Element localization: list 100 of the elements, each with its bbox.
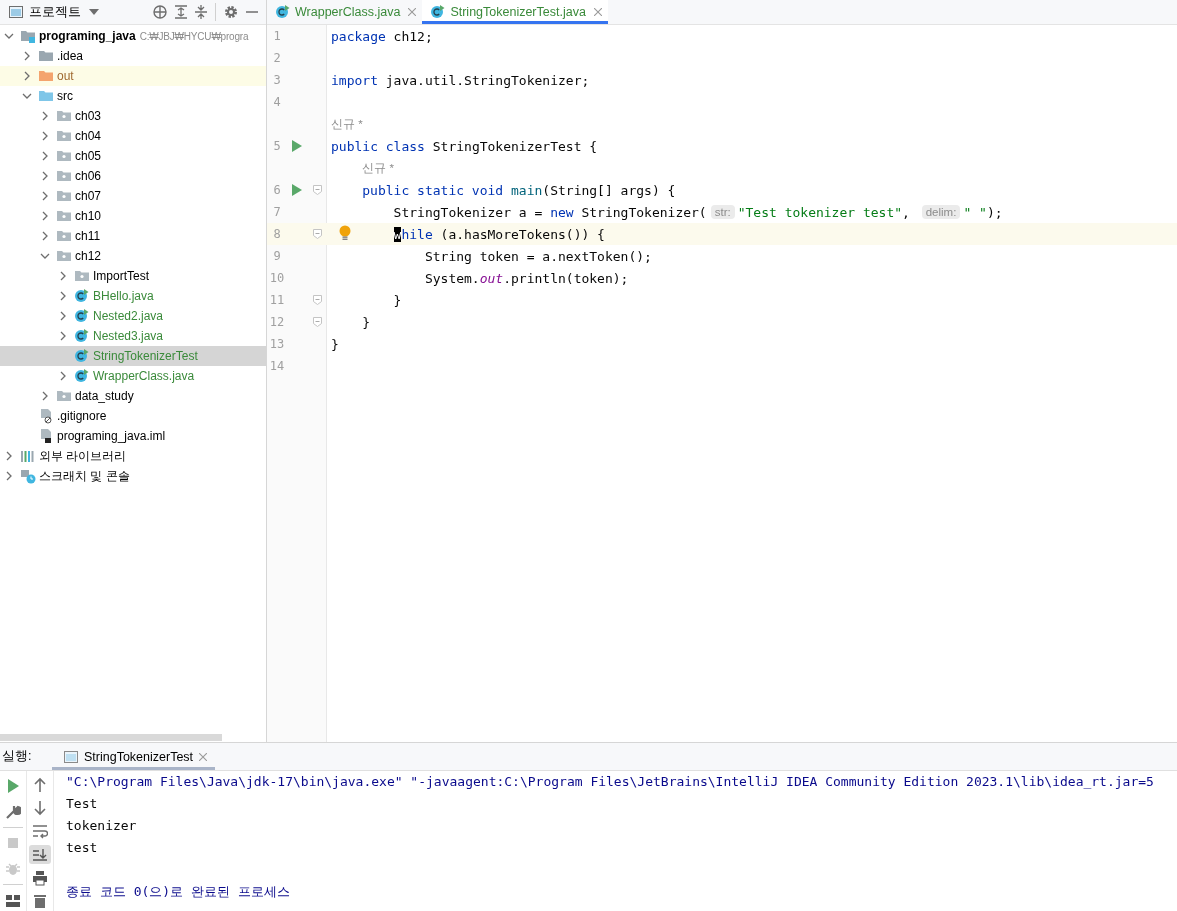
- chevron-icon[interactable]: [58, 271, 68, 281]
- scroll-to-end-icon: [32, 846, 48, 863]
- tree-item[interactable]: ch03: [0, 106, 266, 126]
- chevron-icon[interactable]: [22, 51, 32, 61]
- library-icon: [20, 448, 36, 464]
- chevron-icon[interactable]: [40, 211, 50, 221]
- tree-label: ch05: [75, 149, 102, 163]
- run-icon[interactable]: [292, 184, 302, 196]
- console-line: tokenizer: [66, 817, 138, 835]
- code-text: import java.util.StringTokenizer;: [331, 72, 590, 88]
- console-icon: [64, 750, 78, 763]
- fold-marker-icon[interactable]: [312, 185, 322, 195]
- chevron-icon[interactable]: [40, 111, 50, 121]
- locate-icon[interactable]: [153, 5, 167, 19]
- run-tab[interactable]: StringTokenizerTest: [52, 743, 216, 770]
- fold-marker-icon[interactable]: [312, 295, 322, 305]
- chevron-icon[interactable]: [40, 251, 50, 261]
- chevron-icon[interactable]: [4, 471, 14, 481]
- chevron-icon[interactable]: [40, 151, 50, 161]
- tree-item[interactable]: ch10: [0, 206, 266, 226]
- tree-label: .gitignore: [57, 409, 107, 423]
- tree-item[interactable]: .idea: [0, 46, 266, 66]
- package-folder-icon: [56, 188, 72, 204]
- tree-item[interactable]: Nested2.java: [0, 306, 266, 326]
- wrench-icon: [5, 804, 21, 820]
- console-line: 종료 코드 0(으)로 완료된 프로세스: [66, 883, 291, 901]
- tree-item[interactable]: src: [0, 86, 266, 106]
- tree-item[interactable]: 외부 라이브러리: [0, 446, 266, 466]
- chevron-icon[interactable]: [4, 31, 14, 41]
- tree-label: WrapperClass.java: [93, 369, 195, 383]
- collapse-all-icon[interactable]: [195, 5, 207, 19]
- scratch-file-icon: [20, 468, 36, 484]
- chevron-icon[interactable]: [40, 231, 50, 241]
- parameter-hint: str:: [710, 205, 735, 219]
- tree-item[interactable]: ch12: [0, 246, 266, 266]
- tree-item[interactable]: ch05: [0, 146, 266, 166]
- lightbulb-icon[interactable]: [339, 225, 351, 241]
- run-icon[interactable]: [292, 140, 302, 152]
- fold-marker-icon[interactable]: [312, 317, 322, 327]
- editor-tab[interactable]: WrapperClass.java: [267, 0, 423, 24]
- chevron-icon[interactable]: [58, 371, 68, 381]
- tree-item[interactable]: programing_java.iml: [0, 426, 266, 446]
- tree-item[interactable]: ch07: [0, 186, 266, 206]
- tree-label: StringTokenizerTest: [93, 349, 198, 363]
- tree-item[interactable]: data_study: [0, 386, 266, 406]
- code-text: }: [362, 314, 371, 330]
- chevron-icon[interactable]: [58, 311, 68, 321]
- chevron-icon[interactable]: [40, 131, 50, 141]
- tree-item[interactable]: Nested3.java: [0, 326, 266, 346]
- editor-tab[interactable]: StringTokenizerTest.java: [422, 0, 608, 24]
- tree-item[interactable]: ImportTest: [0, 266, 266, 286]
- package-folder-icon: [56, 128, 72, 144]
- expand-all-icon[interactable]: [175, 5, 187, 19]
- scroll-to-end-button[interactable]: [29, 845, 51, 865]
- tree-item[interactable]: .gitignore: [0, 406, 266, 426]
- tree-item[interactable]: out: [0, 66, 266, 86]
- view-dropdown[interactable]: 프로젝트: [29, 3, 81, 21]
- line-number: 14: [268, 359, 286, 373]
- tree-label: .idea: [57, 49, 84, 63]
- layout-icon: [5, 892, 21, 908]
- tree-label: ch03: [75, 109, 102, 123]
- chevron-icon[interactable]: [40, 391, 50, 401]
- package-folder-icon: [56, 168, 72, 184]
- chevron-icon[interactable]: [58, 331, 68, 341]
- chevron-icon[interactable]: [22, 91, 32, 101]
- tree-label: ch10: [75, 209, 102, 223]
- folder-icon: [38, 68, 54, 84]
- code-text: " ");: [963, 204, 1003, 220]
- chevron-icon[interactable]: [40, 191, 50, 201]
- package-folder-icon: [56, 208, 72, 224]
- chevron-icon[interactable]: [22, 71, 32, 81]
- panel-icon: [9, 6, 23, 18]
- tree-item[interactable]: programing_java C:₩JBJ₩HYCU₩progra: [0, 26, 266, 46]
- folder-icon: [38, 48, 54, 64]
- line-number: 11: [268, 293, 286, 307]
- tree-item[interactable]: BHello.java: [0, 286, 266, 306]
- tree-item[interactable]: 스크래치 및 콘솔: [0, 466, 266, 486]
- package-folder-icon: [74, 268, 90, 284]
- tree-item[interactable]: ch11: [0, 226, 266, 246]
- scrollbar[interactable]: [0, 733, 222, 741]
- tree-label: ch07: [75, 189, 102, 203]
- chevron-icon[interactable]: [40, 171, 50, 181]
- tree-item[interactable]: ch06: [0, 166, 266, 186]
- chevron-icon[interactable]: [4, 451, 14, 461]
- code-text: String token = a.nextToken();: [424, 248, 652, 264]
- tree-item[interactable]: ch04: [0, 126, 266, 146]
- path-text: C:₩JBJ₩HYCU₩progra: [139, 30, 249, 42]
- tree-label: ch11: [75, 229, 101, 243]
- caret-icon[interactable]: [89, 9, 99, 15]
- package-folder-icon: [56, 108, 72, 124]
- console-line: "C:\Program Files\Java\jdk-17\bin\java.exe" "-javaagent:C:\Program Files\JetBrains\IntelliJ IDEA Community Edition 2023.1\lib\idea_rt.jar=5: [66, 773, 1154, 791]
- fold-marker-icon[interactable]: [312, 229, 322, 239]
- code-text: StringTokenizer a = new StringTokenizer(: [393, 204, 707, 220]
- tree-label: BHello.java: [93, 289, 154, 303]
- tree-item[interactable]: WrapperClass.java: [0, 366, 266, 386]
- chevron-icon[interactable]: [58, 291, 68, 301]
- bug-icon: [5, 861, 21, 877]
- settings-icon[interactable]: [224, 5, 238, 19]
- arrow-up-icon: [32, 776, 48, 793]
- close-icon[interactable]: [593, 8, 602, 16]
